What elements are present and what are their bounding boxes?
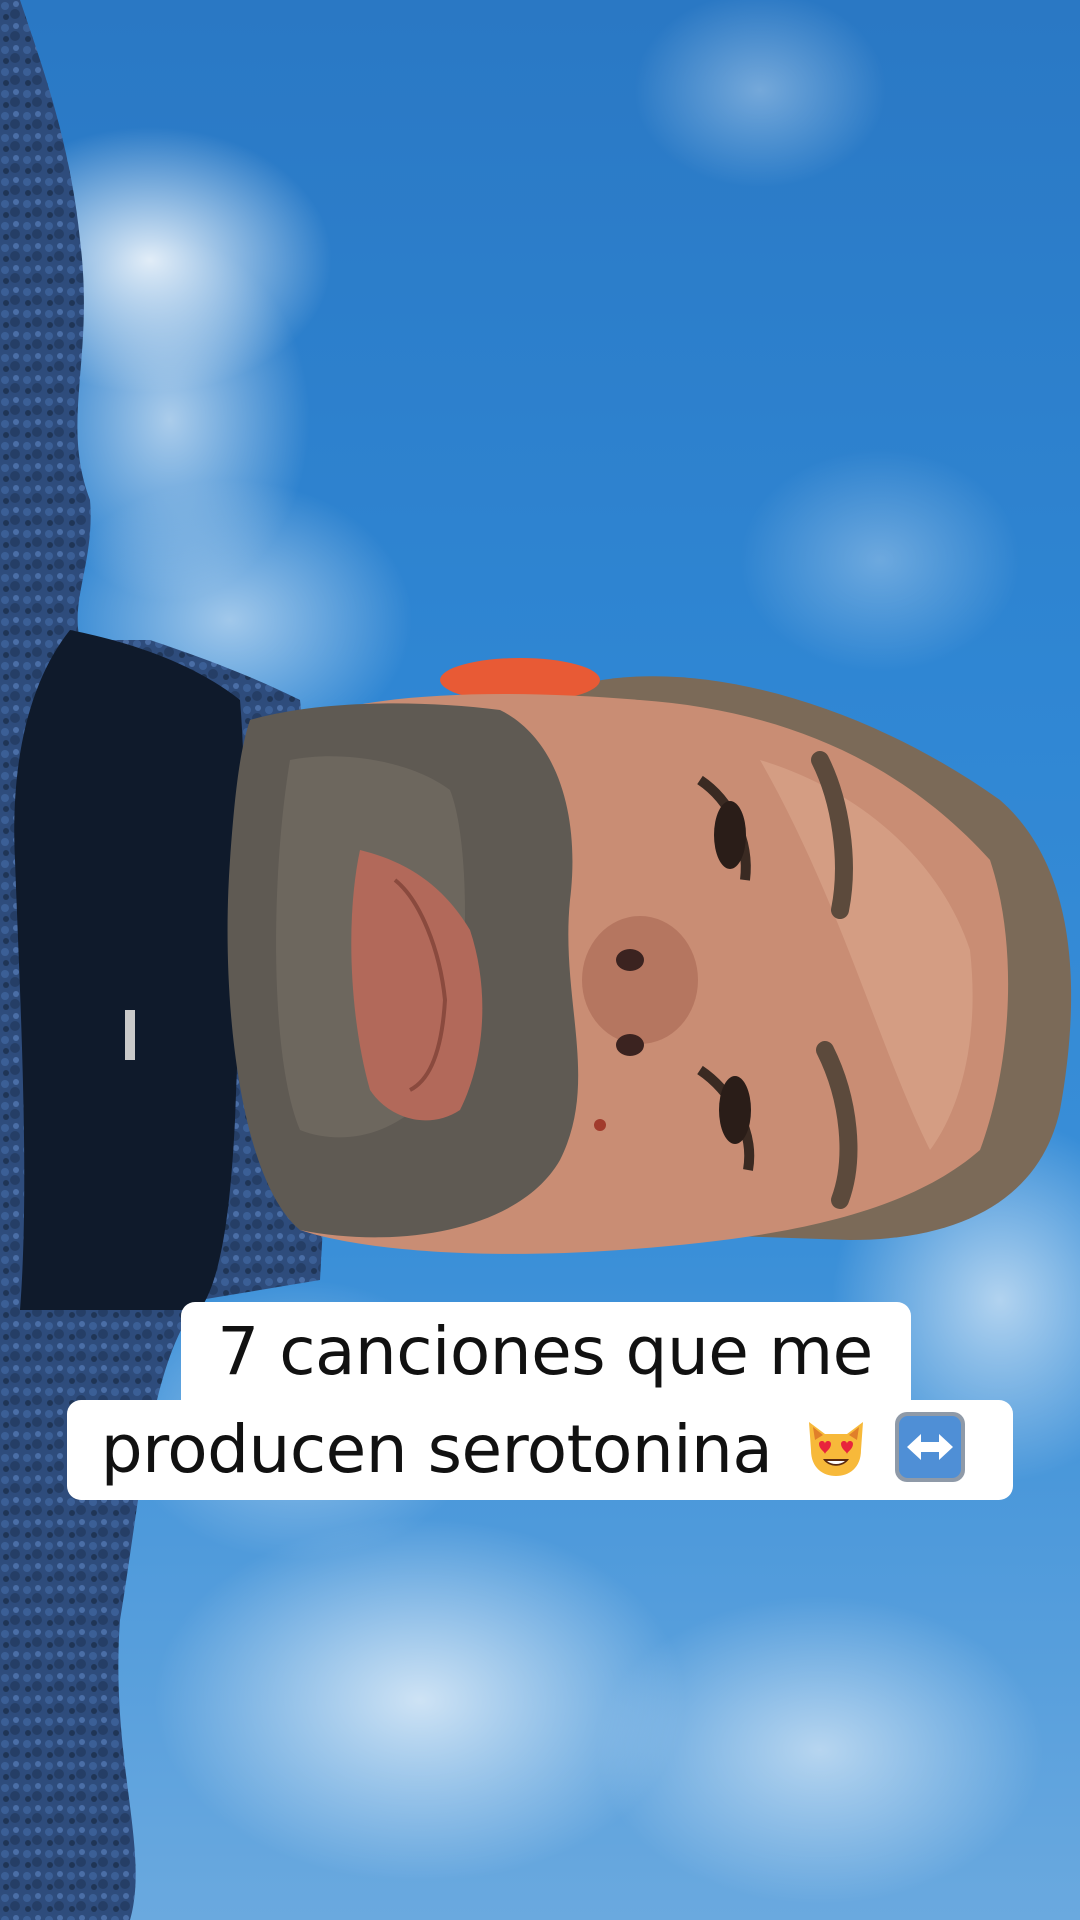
caption-line-2: producen serotonina (66, 1400, 1014, 1500)
caption-line-1: 7 canciones que me (181, 1302, 911, 1402)
caption: 7 canciones que me producen serotonina (0, 1302, 1080, 1500)
caption-text-2: producen serotonina (100, 1411, 773, 1488)
caption-text-1: 7 canciones que me (217, 1313, 873, 1390)
person-face (227, 658, 1072, 1254)
left-right-arrow-icon (895, 1412, 966, 1482)
video-frame: 7 canciones que me producen serotonina (0, 0, 1080, 1920)
smiling-cat-heart-eyes-icon (808, 1422, 863, 1476)
